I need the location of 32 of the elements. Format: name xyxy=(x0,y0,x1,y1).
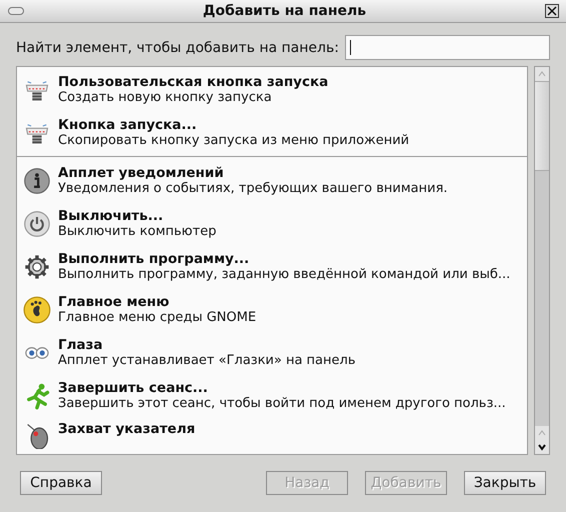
window-title: Добавить на панель xyxy=(202,3,368,19)
item-title[interactable]: Апплет уведомлений xyxy=(58,164,448,180)
search-field[interactable] xyxy=(344,35,550,60)
item-title[interactable]: Выполнить программу... xyxy=(58,250,510,266)
item-title[interactable]: Кнопка запуска... xyxy=(58,116,410,132)
window-menu-icon[interactable] xyxy=(8,7,24,15)
item-description: Создать новую кнопку запуска xyxy=(58,90,273,106)
foot-icon xyxy=(23,296,51,324)
scrollbar[interactable] xyxy=(534,66,550,455)
item-title[interactable]: Глаза xyxy=(58,336,356,352)
item-description: Апплет устанавливает «Глазки» на панель xyxy=(58,352,356,368)
item-description: Уведомления о событиях, требующих вашего внимания. xyxy=(58,180,448,196)
item-description: Выполнить программу, заданную введённой командой или выб... xyxy=(58,266,510,282)
item-title[interactable]: Выключить... xyxy=(58,208,216,224)
dialog-button[interactable]: Справка xyxy=(20,471,102,495)
power-icon xyxy=(23,210,51,238)
scroll-down-icon[interactable] xyxy=(535,440,549,454)
item-title[interactable]: Главное меню xyxy=(58,294,256,310)
info-icon xyxy=(23,166,51,194)
search-label: Найти элемент, чтобы добавить на панель: xyxy=(16,40,339,56)
item-description: Скопировать кнопку запуска из меню приложений xyxy=(58,132,410,148)
dialog-button[interactable]: Закрыть xyxy=(464,471,546,495)
item-description: Выключить компьютер xyxy=(58,224,216,240)
item-title[interactable]: Завершить сеанс... xyxy=(58,380,506,396)
item-description: Завершить этот сеанс, чтобы войти под именем другого польз... xyxy=(58,396,506,412)
close-icon[interactable] xyxy=(545,4,559,18)
item-title[interactable]: Пользовательская кнопка запуска xyxy=(58,74,328,90)
scroll-up-icon[interactable] xyxy=(535,67,549,81)
scroll-thumb[interactable] xyxy=(535,81,549,171)
gear-icon xyxy=(23,252,51,280)
item-description: Главное меню среды GNOME xyxy=(58,310,256,326)
item-title[interactable]: Захват указателя xyxy=(58,421,196,437)
